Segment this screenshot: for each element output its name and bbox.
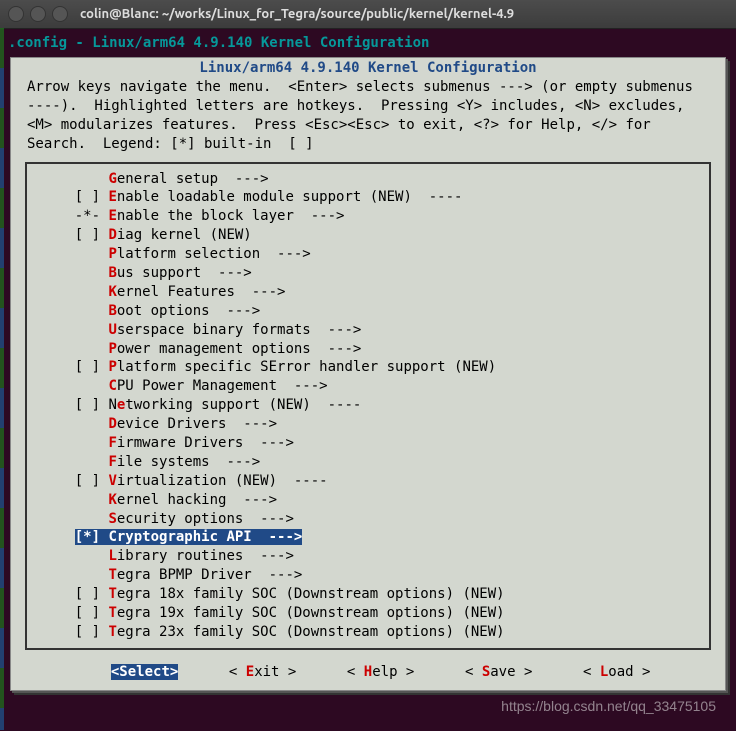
menu-list[interactable]: General setup ---> [ ] Enable loadable m… <box>25 162 711 650</box>
menu-item[interactable]: Kernel hacking ---> <box>27 491 709 510</box>
menu-item[interactable]: Bus support ---> <box>27 264 709 283</box>
help-instructions: Arrow keys navigate the menu. <Enter> se… <box>11 76 725 162</box>
decorative-strip <box>0 28 4 730</box>
menu-item[interactable]: [ ] Diag kernel (NEW) <box>27 226 709 245</box>
terminal-area: .config - Linux/arm64 4.9.140 Kernel Con… <box>0 29 736 731</box>
select-button[interactable]: <Select> <box>111 664 178 680</box>
menu-item[interactable]: [ ] Tegra 23x family SOC (Downstream opt… <box>27 623 709 642</box>
menu-item[interactable]: General setup ---> <box>27 170 709 189</box>
menu-item[interactable]: [ ] Tegra 19x family SOC (Downstream opt… <box>27 604 709 623</box>
menu-item[interactable]: [ ] Tegra 18x family SOC (Downstream opt… <box>27 585 709 604</box>
button-row: <Select> < Exit > < Help > < Save > < Lo… <box>11 660 725 690</box>
menu-item[interactable]: [*] Cryptographic API ---> <box>27 528 709 547</box>
config-file-header: .config - Linux/arm64 4.9.140 Kernel Con… <box>8 33 728 53</box>
menuconfig-dialog: Linux/arm64 4.9.140 Kernel Configuration… <box>10 57 726 691</box>
menu-item[interactable]: [ ] Platform specific SError handler sup… <box>27 358 709 377</box>
menu-item[interactable]: Kernel Features ---> <box>27 283 709 302</box>
menu-item[interactable]: Firmware Drivers ---> <box>27 434 709 453</box>
minimize-icon[interactable] <box>30 6 46 22</box>
menu-item[interactable]: Platform selection ---> <box>27 245 709 264</box>
window-titlebar: colin@Blanc: ~/works/Linux_for_Tegra/sou… <box>0 0 736 29</box>
menu-item[interactable]: -*- Enable the block layer ---> <box>27 207 709 226</box>
maximize-icon[interactable] <box>52 6 68 22</box>
save-button[interactable]: < Save > <box>465 664 532 680</box>
close-icon[interactable] <box>8 6 24 22</box>
menu-item[interactable]: [ ] Virtualization (NEW) ---- <box>27 472 709 491</box>
menu-item[interactable]: Boot options ---> <box>27 302 709 321</box>
help-button[interactable]: < Help > <box>347 664 414 680</box>
menu-item[interactable]: Security options ---> <box>27 510 709 529</box>
load-button[interactable]: < Load > <box>583 664 650 680</box>
window-controls <box>8 6 68 22</box>
menu-item[interactable]: Device Drivers ---> <box>27 415 709 434</box>
menu-item[interactable]: [ ] Enable loadable module support (NEW)… <box>27 188 709 207</box>
menu-item[interactable]: Userspace binary formats ---> <box>27 321 709 340</box>
exit-button[interactable]: < Exit > <box>229 664 296 680</box>
menu-item[interactable]: CPU Power Management ---> <box>27 377 709 396</box>
menu-item[interactable]: [ ] Networking support (NEW) ---- <box>27 396 709 415</box>
menu-item[interactable]: File systems ---> <box>27 453 709 472</box>
window-title: colin@Blanc: ~/works/Linux_for_Tegra/sou… <box>80 7 514 21</box>
menu-item[interactable]: Tegra BPMP Driver ---> <box>27 566 709 585</box>
menu-item[interactable]: Power management options ---> <box>27 340 709 359</box>
menu-item[interactable]: Library routines ---> <box>27 547 709 566</box>
dialog-title: Linux/arm64 4.9.140 Kernel Configuration <box>11 58 725 76</box>
